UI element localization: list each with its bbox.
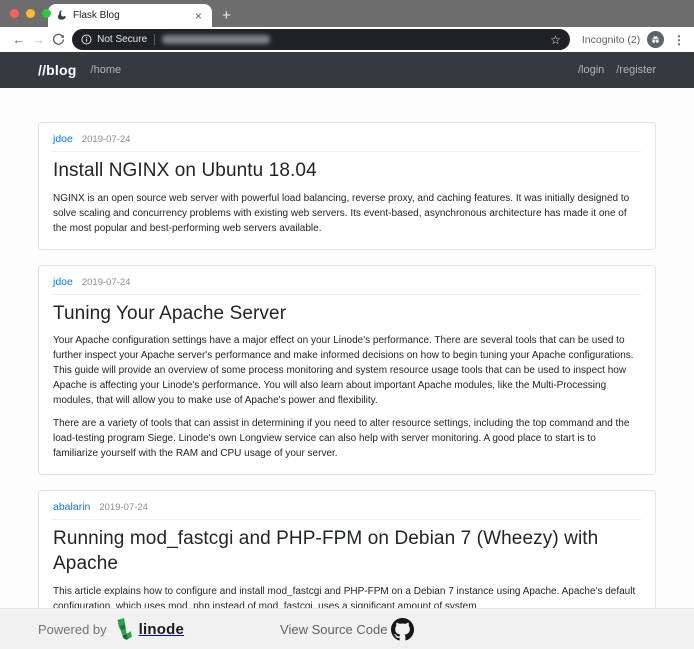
url-redacted — [162, 35, 270, 44]
post-date: 2019-07-24 — [82, 277, 131, 288]
tab-close-icon[interactable]: × — [193, 10, 204, 22]
post-paragraph: NGINX is an open source web server with … — [53, 191, 641, 236]
nav-link-login[interactable]: /login — [578, 64, 604, 76]
browser-menu-icon[interactable]: ⋮ — [673, 33, 685, 47]
flask-favicon-icon — [56, 10, 67, 21]
view-source-label[interactable]: View Source Code — [280, 622, 387, 637]
post-title[interactable]: Tuning Your Apache Server — [53, 302, 641, 327]
post-author-link[interactable]: abalarin — [53, 501, 90, 513]
github-icon — [391, 618, 414, 641]
window-controls — [10, 9, 51, 18]
forward-icon: → — [29, 33, 49, 46]
post-meta-divider — [53, 519, 641, 520]
linode-wordmark: linode — [139, 621, 184, 638]
browser-toolbar: ← → Not Secure ☆ Incognito (2) ⋮ — [0, 27, 694, 52]
navbar-brand[interactable]: //blog — [38, 62, 77, 78]
post-list: jdoe 2019-07-24 Install NGINX on Ubuntu … — [0, 88, 694, 649]
omnibox-divider — [154, 34, 155, 45]
post-card: jdoe 2019-07-24 Tuning Your Apache Serve… — [38, 265, 656, 476]
post-meta-divider — [53, 294, 641, 295]
post-paragraph: Your Apache configuration settings have … — [53, 333, 641, 408]
post-author-link[interactable]: jdoe — [53, 276, 73, 288]
page-footer: Powered by linode View Source Code — [0, 608, 694, 649]
browser-tab[interactable]: Flask Blog × — [48, 4, 212, 27]
window-zoom-button[interactable] — [42, 9, 51, 18]
info-icon[interactable] — [81, 34, 92, 45]
post-date: 2019-07-24 — [82, 134, 131, 145]
post-title[interactable]: Install NGINX on Ubuntu 18.04 — [53, 159, 641, 184]
post-author-link[interactable]: jdoe — [53, 133, 73, 145]
linode-logo-link[interactable]: linode — [115, 618, 184, 640]
nav-link-home[interactable]: /home — [91, 64, 122, 76]
window-close-button[interactable] — [10, 9, 19, 18]
incognito-icon[interactable] — [647, 31, 664, 48]
back-icon[interactable]: ← — [9, 33, 29, 46]
post-meta-divider — [53, 151, 641, 152]
security-label: Not Secure — [97, 34, 147, 45]
post-paragraph: There are a variety of tools that can as… — [53, 416, 641, 461]
bookmark-star-icon[interactable]: ☆ — [550, 34, 561, 46]
incognito-label: Incognito (2) — [582, 34, 640, 46]
powered-by-label: Powered by — [38, 622, 107, 637]
window-minimize-button[interactable] — [26, 9, 35, 18]
nav-link-register[interactable]: /register — [616, 64, 656, 76]
new-tab-icon[interactable]: + — [222, 8, 231, 23]
browser-tab-strip: Flask Blog × + — [0, 0, 694, 27]
tab-title: Flask Blog — [73, 10, 193, 21]
address-bar[interactable]: Not Secure ☆ — [72, 29, 570, 50]
post-card: jdoe 2019-07-24 Install NGINX on Ubuntu … — [38, 122, 656, 250]
site-navbar: //blog /home /login /register — [0, 52, 694, 88]
post-date: 2019-07-24 — [99, 502, 148, 513]
linode-logo-icon — [115, 618, 135, 640]
github-link[interactable] — [391, 618, 414, 641]
post-title[interactable]: Running mod_fastcgi and PHP-FPM on Debia… — [53, 527, 613, 576]
reload-icon[interactable] — [48, 33, 68, 46]
